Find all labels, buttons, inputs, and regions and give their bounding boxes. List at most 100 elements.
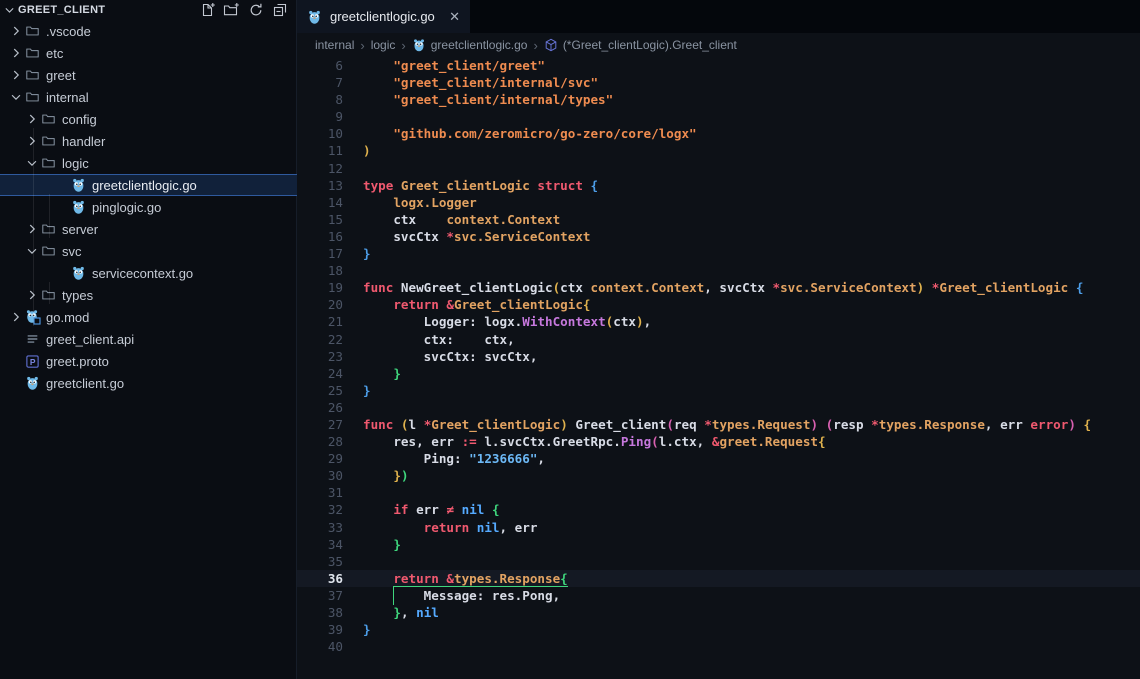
- tree-item-handler[interactable]: handler: [0, 130, 297, 152]
- line-number[interactable]: 16: [297, 228, 343, 245]
- code-line-8[interactable]: 8 "greet_client/internal/types": [297, 91, 1140, 108]
- code-line-24[interactable]: 24 }: [297, 365, 1140, 382]
- line-number[interactable]: 26: [297, 399, 343, 416]
- line-number[interactable]: 25: [297, 382, 343, 399]
- code-editor[interactable]: 6 "greet_client/greet"7 "greet_client/in…: [297, 57, 1140, 679]
- line-number[interactable]: 37: [297, 587, 343, 604]
- line-number[interactable]: 22: [297, 331, 343, 348]
- tree-item-logic[interactable]: logic: [0, 152, 297, 174]
- line-number[interactable]: 27: [297, 416, 343, 433]
- code-line-18[interactable]: 18: [297, 262, 1140, 279]
- chevron-right-icon[interactable]: [24, 287, 40, 303]
- code-line-12[interactable]: 12: [297, 160, 1140, 177]
- close-icon[interactable]: ✕: [449, 9, 460, 25]
- code-line-29[interactable]: 29 Ping: "1236666",: [297, 450, 1140, 467]
- tree-item-greet[interactable]: greet: [0, 64, 297, 86]
- collapse-all-button[interactable]: [269, 1, 290, 19]
- line-number[interactable]: 7: [297, 74, 343, 91]
- line-number[interactable]: 31: [297, 484, 343, 501]
- line-number[interactable]: 28: [297, 433, 343, 450]
- code-line-33[interactable]: 33 return nil, err: [297, 519, 1140, 536]
- code-line-7[interactable]: 7 "greet_client/internal/svc": [297, 74, 1140, 91]
- line-number[interactable]: 6: [297, 57, 343, 74]
- breadcrumb-item[interactable]: (*Greet_clientLogic).Greet_client: [544, 38, 737, 52]
- refresh-button[interactable]: [245, 1, 266, 19]
- code-line-31[interactable]: 31: [297, 484, 1140, 501]
- new-file-button[interactable]: [197, 1, 218, 19]
- code-line-16[interactable]: 16 svcCtx *svc.ServiceContext: [297, 228, 1140, 245]
- line-number[interactable]: 35: [297, 553, 343, 570]
- chevron-right-icon[interactable]: [8, 67, 24, 83]
- code-line-39[interactable]: 39}: [297, 621, 1140, 638]
- tree-item--vscode[interactable]: .vscode: [0, 20, 297, 42]
- code-line-9[interactable]: 9: [297, 108, 1140, 125]
- breadcrumb-item[interactable]: internal: [315, 38, 354, 52]
- line-number[interactable]: 11: [297, 142, 343, 159]
- code-line-13[interactable]: 13type Greet_clientLogic struct {: [297, 177, 1140, 194]
- code-line-23[interactable]: 23 svcCtx: svcCtx,: [297, 348, 1140, 365]
- code-line-30[interactable]: 30 }): [297, 467, 1140, 484]
- code-line-35[interactable]: 35: [297, 553, 1140, 570]
- explorer-root-header[interactable]: GREET_CLIENT: [0, 0, 296, 20]
- code-line-25[interactable]: 25}: [297, 382, 1140, 399]
- code-line-32[interactable]: 32 if err ≠ nil {: [297, 501, 1140, 518]
- line-number[interactable]: 8: [297, 91, 343, 108]
- chevron-right-icon[interactable]: [8, 309, 24, 325]
- tree-item-servicecontext-go[interactable]: servicecontext.go: [0, 262, 297, 284]
- tree-item-greet-client-api[interactable]: greet_client.api: [0, 328, 297, 350]
- line-number[interactable]: 18: [297, 262, 343, 279]
- line-number[interactable]: 9: [297, 108, 343, 125]
- chevron-right-icon[interactable]: [8, 23, 24, 39]
- tree-item-greetclientlogic-go[interactable]: greetclientlogic.go: [0, 174, 297, 196]
- chevron-right-icon[interactable]: [24, 221, 40, 237]
- code-line-15[interactable]: 15 ctx context.Context: [297, 211, 1140, 228]
- tree-item-greet-proto[interactable]: Pgreet.proto: [0, 350, 297, 372]
- chevron-down-icon[interactable]: [24, 243, 40, 259]
- line-number[interactable]: 33: [297, 519, 343, 536]
- line-number[interactable]: 24: [297, 365, 343, 382]
- chevron-right-icon[interactable]: [8, 45, 24, 61]
- chevron-down-icon[interactable]: [24, 155, 40, 171]
- line-number[interactable]: 23: [297, 348, 343, 365]
- code-line-11[interactable]: 11): [297, 142, 1140, 159]
- tree-item-greetclient-go[interactable]: greetclient.go: [0, 372, 297, 394]
- code-line-21[interactable]: 21 Logger: logx.WithContext(ctx),: [297, 313, 1140, 330]
- code-line-17[interactable]: 17}: [297, 245, 1140, 262]
- line-number[interactable]: 14: [297, 194, 343, 211]
- chevron-right-icon[interactable]: [24, 133, 40, 149]
- code-line-28[interactable]: 28 res, err := l.svcCtx.GreetRpc.Ping(l.…: [297, 433, 1140, 450]
- code-line-37[interactable]: 37 Message: res.Pong,: [297, 587, 1140, 604]
- chevron-down-icon[interactable]: [8, 89, 24, 105]
- code-line-26[interactable]: 26: [297, 399, 1140, 416]
- tree-item-server[interactable]: server: [0, 218, 297, 240]
- code-line-38[interactable]: 38 }, nil: [297, 604, 1140, 621]
- line-number[interactable]: 13: [297, 177, 343, 194]
- tree-item-config[interactable]: config: [0, 108, 297, 130]
- line-number[interactable]: 17: [297, 245, 343, 262]
- breadcrumb-item[interactable]: logic: [371, 38, 396, 52]
- line-number[interactable]: 12: [297, 160, 343, 177]
- code-line-22[interactable]: 22 ctx: ctx,: [297, 331, 1140, 348]
- line-number[interactable]: 30: [297, 467, 343, 484]
- code-line-20[interactable]: 20 return &Greet_clientLogic{: [297, 296, 1140, 313]
- tree-item-go-mod[interactable]: go.mod: [0, 306, 297, 328]
- line-number[interactable]: 10: [297, 125, 343, 142]
- line-number[interactable]: 40: [297, 638, 343, 655]
- line-number[interactable]: 20: [297, 296, 343, 313]
- tab-greetclientlogic[interactable]: greetclientlogic.go ✕: [297, 0, 470, 33]
- line-number[interactable]: 15: [297, 211, 343, 228]
- code-line-36[interactable]: 36 return &types.Response{: [297, 570, 1140, 587]
- tree-item-types[interactable]: types: [0, 284, 297, 306]
- code-line-19[interactable]: 19func NewGreet_clientLogic(ctx context.…: [297, 279, 1140, 296]
- breadcrumb-item[interactable]: greetclientlogic.go: [412, 38, 528, 52]
- code-line-27[interactable]: 27func (l *Greet_clientLogic) Greet_clie…: [297, 416, 1140, 433]
- tree-item-internal[interactable]: internal: [0, 86, 297, 108]
- line-number[interactable]: 21: [297, 313, 343, 330]
- tree-item-etc[interactable]: etc: [0, 42, 297, 64]
- chevron-right-icon[interactable]: [24, 111, 40, 127]
- tree-item-svc[interactable]: svc: [0, 240, 297, 262]
- code-line-34[interactable]: 34 }: [297, 536, 1140, 553]
- line-number[interactable]: 36: [297, 570, 343, 587]
- line-number[interactable]: 39: [297, 621, 343, 638]
- line-number[interactable]: 19: [297, 279, 343, 296]
